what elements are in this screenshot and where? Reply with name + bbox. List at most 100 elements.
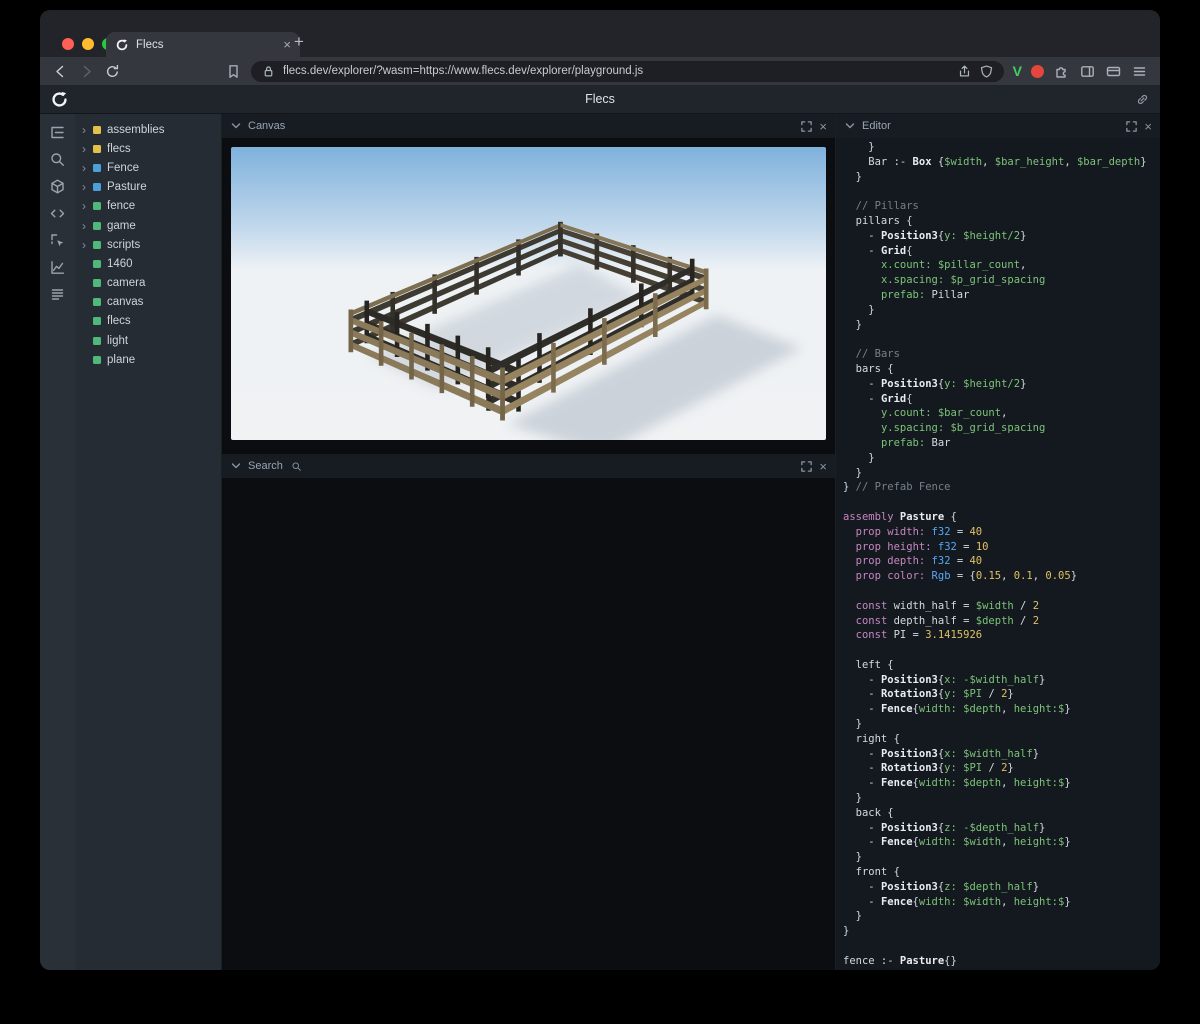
tree-item-flecs[interactable]: › flecs — [75, 139, 221, 158]
tree-item-label: plane — [107, 353, 136, 366]
bookmark-icon[interactable] — [225, 63, 242, 80]
code-line: Bar :- Box {$width, $bar_height, $bar_de… — [843, 155, 1147, 168]
entity-badge — [93, 279, 101, 288]
tab-flecs[interactable]: Flecs × — [106, 32, 300, 57]
code-line: y.spacing: $b_grid_spacing — [880, 422, 1046, 435]
tree-item-label: flecs — [107, 142, 131, 155]
code-line: x.count: $pillar_count, — [880, 259, 1027, 272]
chevron-right-icon[interactable]: › — [82, 124, 93, 136]
code-line: - Grid{ — [843, 392, 913, 405]
tree-item-scripts[interactable]: › scripts — [75, 235, 221, 254]
expand-panel-icon[interactable] — [1125, 120, 1138, 133]
minimize-window-button[interactable] — [82, 38, 94, 50]
code-line: - Position3{z: -$depth_half} — [843, 821, 1046, 834]
code-line: - Rotation3{y: $PI / 2} — [843, 762, 1014, 775]
close-panel-icon[interactable]: × — [819, 120, 827, 133]
new-tab-button[interactable]: + — [294, 33, 304, 50]
chevron-down-icon[interactable] — [230, 460, 242, 472]
shield-icon[interactable] — [979, 64, 994, 79]
code-line: y.count: $bar_count, — [880, 407, 1008, 420]
tree-item-light[interactable]: light — [75, 331, 221, 350]
cube-icon[interactable] — [49, 178, 66, 195]
tree-item-label: camera — [107, 277, 146, 290]
code-line: const depth_half = $depth / 2 — [855, 614, 1040, 627]
chevron-right-icon[interactable]: › — [82, 200, 93, 212]
back-button[interactable] — [52, 63, 69, 80]
extensions-puzzle-button[interactable] — [1053, 63, 1070, 80]
chevron-right-icon[interactable]: › — [82, 220, 93, 232]
forward-button[interactable] — [78, 63, 95, 80]
editor-panel-title: Editor — [862, 120, 891, 132]
rows-icon[interactable] — [49, 286, 66, 303]
chevron-down-icon[interactable] — [844, 120, 856, 132]
code-line: bars { — [843, 362, 894, 375]
expand-panel-icon[interactable] — [800, 120, 813, 133]
chevron-right-icon[interactable]: › — [82, 239, 93, 251]
entity-tree: › assemblies › flecs › Fence › Pasture › fence › ga… — [75, 114, 221, 970]
entity-badge — [93, 317, 101, 326]
code-line: } — [843, 303, 875, 316]
close-window-button[interactable] — [62, 38, 74, 50]
chart-icon[interactable] — [49, 259, 66, 276]
code-line: - Position3{y: $height/2} — [843, 377, 1027, 390]
code-line: fence :- Pasture{} — [843, 954, 957, 967]
url-field[interactable]: flecs.dev/explorer/?wasm=https://www.fle… — [251, 60, 1004, 82]
code-line: - Grid{ — [843, 244, 913, 257]
canvas-body — [222, 138, 835, 449]
code-line: back { — [843, 806, 894, 819]
tree-item-flecs[interactable]: flecs — [75, 312, 221, 331]
extension-v-button[interactable]: V — [1013, 63, 1022, 79]
tree-item-game[interactable]: › game — [75, 216, 221, 235]
tree-item-camera[interactable]: camera — [75, 274, 221, 293]
code-line: } — [843, 451, 875, 464]
tab-title: Flecs — [136, 38, 164, 51]
tree-item-canvas[interactable]: canvas — [75, 293, 221, 312]
extension-red-button[interactable] — [1031, 64, 1044, 78]
icon-sidebar — [40, 114, 75, 970]
tree-icon[interactable] — [49, 124, 66, 141]
chevron-right-icon[interactable]: › — [82, 143, 93, 155]
chevron-down-icon[interactable] — [230, 120, 242, 132]
code-icon[interactable] — [49, 205, 66, 222]
search-icon[interactable] — [49, 151, 66, 168]
code-line: } — [843, 925, 850, 938]
code-line: const PI = 3.1415926 — [855, 629, 983, 642]
close-panel-icon[interactable]: × — [819, 460, 827, 473]
module-badge — [93, 144, 101, 153]
3d-viewport[interactable] — [231, 147, 826, 440]
chevron-right-icon[interactable]: › — [82, 181, 93, 193]
chevron-right-icon[interactable]: › — [82, 162, 93, 174]
search-panel: Search × — [222, 454, 835, 970]
tree-item-label: flecs — [107, 315, 131, 328]
menu-button[interactable] — [1131, 63, 1148, 80]
tree-item-label: Pasture — [107, 181, 147, 194]
tree-item-assemblies[interactable]: › assemblies — [75, 120, 221, 139]
share-link-button[interactable] — [1135, 92, 1150, 107]
wallet-button[interactable] — [1105, 63, 1122, 80]
code-line: prop color: Rgb = {0.15, 0.1, 0.05} — [855, 570, 1078, 583]
close-panel-icon[interactable]: × — [1144, 120, 1152, 133]
tree-item-Pasture[interactable]: › Pasture — [75, 178, 221, 197]
code-editor[interactable]: } Bar :- Box {$width, $bar_height, $bar_… — [836, 138, 1160, 970]
code-line: right { — [843, 732, 900, 745]
share-button[interactable] — [957, 64, 972, 79]
entity-badge — [93, 202, 101, 211]
expand-panel-icon[interactable] — [800, 460, 813, 473]
module-badge — [93, 125, 101, 134]
code-line: - Fence{width: $width, height:$} — [843, 836, 1071, 849]
search-results-area[interactable] — [222, 478, 835, 970]
sidebar-toggle-button[interactable] — [1079, 63, 1096, 80]
code-line: - Position3{x: -$width_half} — [843, 673, 1046, 686]
tree-item-plane[interactable]: plane — [75, 350, 221, 369]
tree-item-fence[interactable]: › fence — [75, 197, 221, 216]
tree-item-Fence[interactable]: › Fence — [75, 158, 221, 177]
tree-item-1460[interactable]: 1460 — [75, 254, 221, 273]
reload-button[interactable] — [104, 63, 121, 80]
inspect-icon[interactable] — [49, 232, 66, 249]
browser-window: Flecs × + flecs.dev/explorer/?wasm=https… — [40, 10, 1160, 970]
code-line: assembly Pasture { — [843, 510, 957, 523]
tab-close-icon[interactable]: × — [283, 38, 291, 51]
code-line: - Rotation3{y: $PI / 2} — [843, 688, 1014, 701]
code-line: } — [843, 851, 862, 864]
